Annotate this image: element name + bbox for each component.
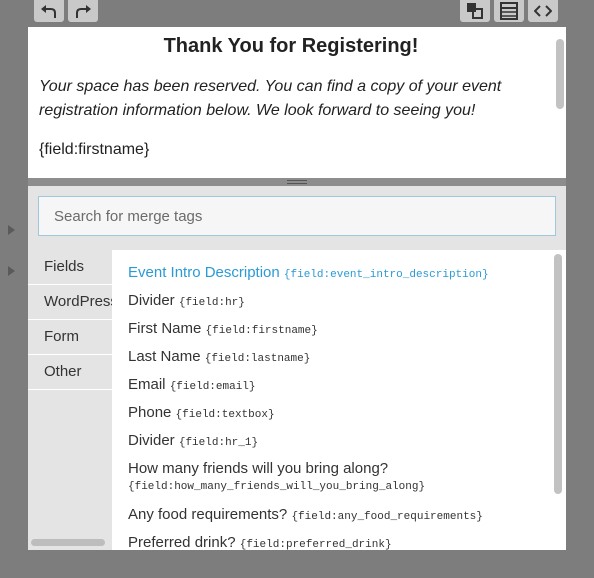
list-item[interactable]: Divider {field:hr} [128,292,245,309]
editor-intro: Your space has been reserved. You can fi… [39,78,502,119]
redo-icon [76,5,91,18]
merge-tag-list: Event Intro Description {field:event_int… [112,250,566,550]
category-list: Fields WordPress Form Other [28,250,112,390]
vertical-scrollbar[interactable] [554,254,562,494]
list-item[interactable]: Phone {field:textbox} [128,404,275,421]
list-item[interactable]: How many friends will you bring along? {… [128,460,425,493]
redo-button[interactable] [68,0,98,22]
category-form[interactable]: Form [28,320,112,355]
list-item[interactable]: Email {field:email} [128,376,256,393]
expand-arrow-icon[interactable] [8,266,15,276]
list-item[interactable]: Last Name {field:lastname} [128,348,310,365]
editor-merge-field: {field:firstname} [39,141,150,158]
category-wordpress[interactable]: WordPress [28,285,112,320]
list-item[interactable]: Preferred drink? {field:preferred_drink} [128,534,392,550]
list-item[interactable]: Event Intro Description {field:event_int… [128,264,489,281]
merge-tags-panel: Fields WordPress Form Other Event Intro … [28,186,566,550]
expand-arrow-icon[interactable] [8,225,15,235]
code-icon [534,5,552,17]
grip-icon [287,180,307,184]
list-icon [500,2,518,20]
horizontal-scrollbar[interactable] [31,539,105,546]
undo-button[interactable] [34,0,64,22]
code-view-button[interactable] [528,0,558,22]
email-editor[interactable]: Thank You for Registering! Your space ha… [28,27,566,178]
merge-tags-button[interactable] [460,0,490,22]
category-other[interactable]: Other [28,355,112,390]
fields-list-button[interactable] [494,0,524,22]
editor-scrollbar[interactable] [556,39,564,109]
editor-title: Thank You for Registering! [163,35,419,57]
list-item[interactable]: First Name {field:firstname} [128,320,318,337]
search-input[interactable] [38,196,556,236]
category-fields[interactable]: Fields [28,250,112,285]
resize-handle[interactable] [28,178,566,186]
undo-icon [41,5,56,18]
list-item[interactable]: Divider {field:hr_1} [128,432,258,449]
merge-tags-icon [467,3,483,19]
list-item[interactable]: Any food requirements? {field:any_food_r… [128,506,483,523]
